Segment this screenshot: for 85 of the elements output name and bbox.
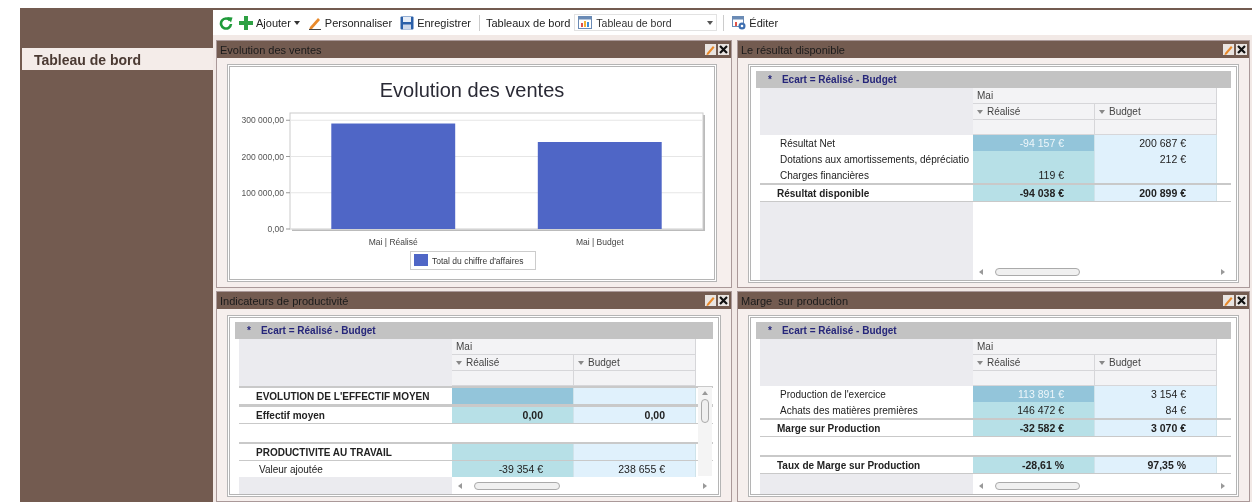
table-cell[interactable]: -32 582 € <box>973 420 1095 436</box>
table-cell[interactable]: 212 € <box>1095 151 1217 167</box>
chart-icon <box>578 16 593 29</box>
caret-icon <box>977 109 983 114</box>
scroll-thumb[interactable] <box>995 482 1080 490</box>
note-marker: * <box>247 325 251 336</box>
note-text: Ecart = Réalisé - Budget <box>260 325 376 336</box>
caret-icon <box>707 20 714 25</box>
panel-title: Le résultat disponible <box>741 43 846 56</box>
table-cell[interactable]: 3 070 € <box>1095 420 1217 436</box>
column-header[interactable]: Budget <box>574 355 696 371</box>
table-cell[interactable] <box>1095 167 1217 183</box>
caret-icon <box>456 360 462 365</box>
category-label: Mai | Réalisé <box>368 237 418 247</box>
table-cell[interactable]: 200 687 € <box>1095 135 1217 151</box>
column-header[interactable]: Budget <box>1095 355 1217 371</box>
column-header[interactable]: Budget <box>1095 104 1217 120</box>
column-group-header: Mai <box>973 88 1217 104</box>
table-cell[interactable]: -39 354 € <box>452 461 574 477</box>
right-arrow-icon[interactable] <box>1221 269 1225 275</box>
left-arrow-icon[interactable] <box>979 483 983 489</box>
sidebar-item[interactable]: Tableau de bord <box>22 48 213 70</box>
panel-title: Marge sur production <box>741 294 849 307</box>
table-cell[interactable]: 200 899 € <box>1095 185 1217 201</box>
close-icon[interactable] <box>1236 295 1247 306</box>
table-cell[interactable]: -28,61 % <box>973 457 1095 473</box>
table-cell[interactable]: 84 € <box>1095 402 1217 418</box>
plus-icon <box>239 15 253 30</box>
table-cell[interactable]: -94 038 € <box>973 185 1095 201</box>
close-icon[interactable] <box>718 295 729 306</box>
table-cell[interactable]: 0,00 <box>574 407 696 423</box>
refresh-icon[interactable] <box>219 15 233 30</box>
scroll-thumb[interactable] <box>701 399 709 423</box>
note-text: Ecart = Réalisé - Budget <box>781 325 897 336</box>
axis-label: 100 000,00 <box>241 187 284 198</box>
caret-icon <box>1099 109 1105 114</box>
axis-label: 0,00 <box>267 224 284 234</box>
caret-icon <box>578 360 584 365</box>
right-arrow-icon[interactable] <box>1221 483 1225 489</box>
vertical-scrollbar[interactable] <box>698 387 712 476</box>
right-arrow-icon[interactable] <box>703 483 707 489</box>
table-cell[interactable]: 146 472 € <box>973 402 1095 418</box>
save-button[interactable]: Enregistrer <box>398 14 473 31</box>
table-cell[interactable]: 119 € <box>973 167 1095 183</box>
add-button[interactable]: Ajouter <box>237 14 302 31</box>
table-cell[interactable] <box>452 388 574 404</box>
category-label: Mai | Budget <box>575 237 624 247</box>
table-cell[interactable]: 3 154 € <box>1095 386 1217 402</box>
column-group-header: Mai <box>452 339 696 355</box>
pencil-icon <box>307 15 322 30</box>
caret-icon <box>293 20 300 25</box>
table-cell[interactable] <box>574 444 696 460</box>
customize-button[interactable]: Personnaliser <box>305 14 395 31</box>
table-cell[interactable]: 238 655 € <box>574 461 696 477</box>
close-icon[interactable] <box>718 44 729 55</box>
panel-title: Indicateurs de productivité <box>220 294 350 307</box>
note-marker: * <box>768 325 772 336</box>
table-cell[interactable]: 0,00 <box>452 407 574 423</box>
left-arrow-icon[interactable] <box>979 269 983 275</box>
chart-title: Evolution des ventes <box>379 79 565 101</box>
table-cell[interactable]: 97,35 % <box>1095 457 1217 473</box>
scroll-thumb[interactable] <box>995 268 1080 276</box>
dashboard-select[interactable]: Tableau de bord <box>574 14 718 31</box>
left-arrow-icon[interactable] <box>458 483 462 489</box>
column-header[interactable]: Réalisé <box>973 104 1095 120</box>
close-icon[interactable] <box>1236 44 1247 55</box>
column-header[interactable]: Réalisé <box>973 355 1095 371</box>
axis-label: 200 000,00 <box>241 151 284 162</box>
note-text: Ecart = Réalisé - Budget <box>781 74 897 85</box>
edit-button[interactable]: Éditer <box>730 14 781 31</box>
chart-gear-icon <box>732 15 747 30</box>
scroll-thumb[interactable] <box>474 482 560 490</box>
up-arrow-icon[interactable] <box>702 391 708 395</box>
axis-label: 300 000,00 <box>241 115 284 126</box>
legend-label: Total du chiffre d'affaires <box>432 255 524 266</box>
column-group-header: Mai <box>973 339 1217 355</box>
table-cell[interactable] <box>973 151 1095 167</box>
table-cell[interactable] <box>452 444 574 460</box>
panel-title: Evolution des ventes <box>220 43 323 56</box>
note-marker: * <box>768 74 772 85</box>
table-cell[interactable] <box>574 388 696 404</box>
caret-icon <box>1099 360 1105 365</box>
dashboards-label: Tableaux de bord <box>485 16 571 29</box>
column-header[interactable]: Réalisé <box>452 355 574 371</box>
caret-icon <box>977 360 983 365</box>
